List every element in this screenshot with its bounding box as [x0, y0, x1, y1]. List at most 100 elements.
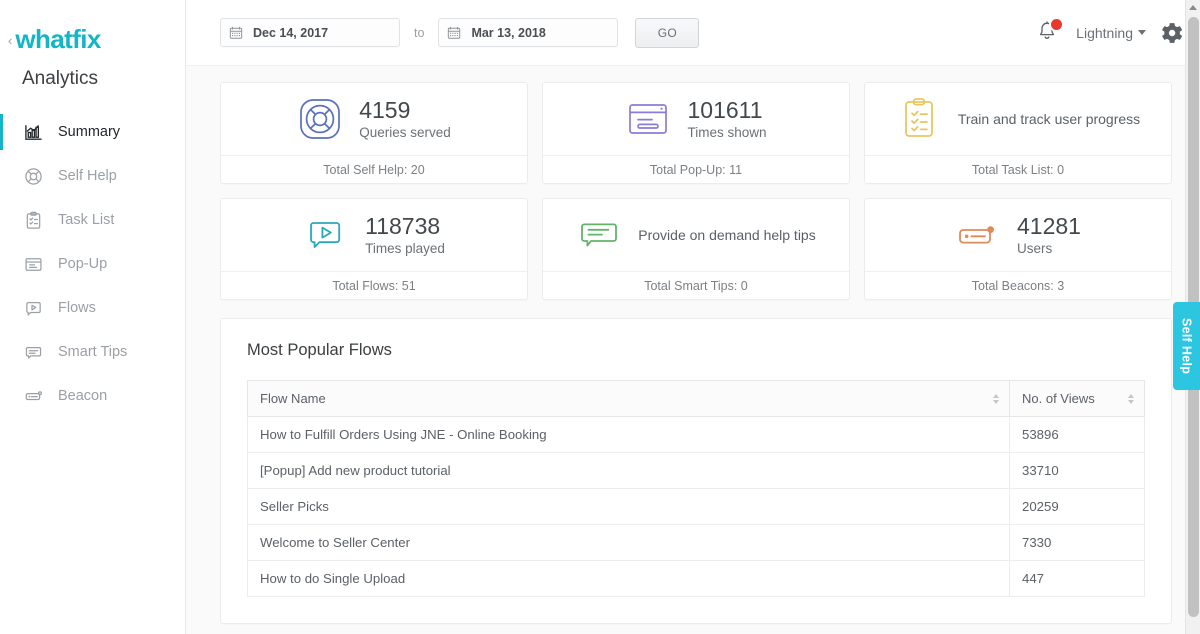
- stat-card-body: 41281 Users: [865, 199, 1171, 271]
- panel-title: Most Popular Flows: [247, 341, 1145, 360]
- sidebar-item-pop-up[interactable]: Pop-Up: [0, 242, 185, 286]
- go-button[interactable]: GO: [635, 18, 699, 48]
- column-header-label: Flow Name: [260, 391, 326, 406]
- cell-views: 7330: [1010, 525, 1145, 561]
- most-popular-flows-panel: Most Popular Flows Flow Name No. of View…: [220, 318, 1172, 624]
- sidebar-item-flows[interactable]: Flows: [0, 286, 185, 330]
- table-row[interactable]: How to Fulfill Orders Using JNE - Online…: [248, 417, 1145, 453]
- stat-card-value: 41281: [1017, 214, 1081, 240]
- stat-card-body: 101611 Times shown: [543, 83, 849, 155]
- table-head: Flow Name No. of Views: [248, 381, 1145, 417]
- start-date-value: Dec 14, 2017: [253, 26, 328, 40]
- stat-card-text: 41281 Users: [1017, 214, 1081, 257]
- table-header-row: Flow Name No. of Views: [248, 381, 1145, 417]
- stat-card-body: Provide on demand help tips: [543, 199, 849, 271]
- dashboard-content: 4159 Queries served Total Self Help: 20: [186, 66, 1200, 624]
- page-title: Analytics: [0, 56, 185, 90]
- beacon-icon: [955, 212, 1001, 258]
- stat-card-text: 118738 Times played: [365, 214, 445, 257]
- chevron-down-icon: [1138, 30, 1146, 35]
- scroll-up-arrow-icon[interactable]: [1186, 0, 1200, 15]
- brand-logo[interactable]: ‹ whatfix: [0, 0, 185, 56]
- flows-table: Flow Name No. of Views How to Fulfill Or…: [247, 380, 1145, 597]
- notifications-button[interactable]: [1036, 20, 1060, 46]
- sidebar-item-smart-tips[interactable]: Smart Tips: [0, 330, 185, 374]
- sidebar-item-task-list[interactable]: Task List: [0, 198, 185, 242]
- table-row[interactable]: [Popup] Add new product tutorial 33710: [248, 453, 1145, 489]
- date-range-separator: to: [414, 26, 424, 40]
- sidebar-item-label: Summary: [58, 124, 120, 140]
- cell-flow-name: How to do Single Upload: [248, 561, 1010, 597]
- sidebar-item-label: Task List: [58, 212, 114, 228]
- sidebar-item-beacon[interactable]: Beacon: [0, 374, 185, 418]
- calendar-icon: [447, 26, 461, 40]
- bar-chart-icon: [22, 121, 44, 143]
- stat-card-footer: Total Smart Tips: 0: [543, 271, 849, 299]
- lifebuoy-icon: [22, 165, 44, 187]
- sidebar-nav: Summary Self Help: [0, 110, 185, 418]
- end-date-input[interactable]: Mar 13, 2018: [438, 18, 618, 47]
- sidebar-item-label: Self Help: [58, 168, 117, 184]
- stat-card-footer: Total Self Help: 20: [221, 155, 527, 183]
- cell-views: 33710: [1010, 453, 1145, 489]
- self-help-launcher-tab[interactable]: Self Help: [1173, 302, 1200, 390]
- chevron-left-icon[interactable]: ‹: [8, 34, 12, 47]
- sidebar-item-summary[interactable]: Summary: [0, 110, 185, 154]
- table-row[interactable]: Seller Picks 20259: [248, 489, 1145, 525]
- user-menu[interactable]: Lightning: [1076, 25, 1146, 41]
- clipboard-icon: [896, 96, 942, 142]
- stat-card-text: Train and track user progress: [958, 111, 1140, 127]
- stat-card-self-help[interactable]: 4159 Queries served Total Self Help: 20: [220, 82, 528, 184]
- self-help-launcher-label: Self Help: [1180, 318, 1194, 374]
- sidebar-item-label: Flows: [58, 300, 96, 316]
- main-content: Dec 14, 2017 to: [186, 0, 1200, 634]
- stat-card-text: 4159 Queries served: [359, 98, 451, 141]
- cell-views: 447: [1010, 561, 1145, 597]
- cell-views: 20259: [1010, 489, 1145, 525]
- stat-card-body: 118738 Times played: [221, 199, 527, 271]
- stat-card-promo: Train and track user progress: [958, 111, 1140, 127]
- stat-card-flows[interactable]: 118738 Times played Total Flows: 51: [220, 198, 528, 300]
- stat-card-body: 4159 Queries served: [221, 83, 527, 155]
- cell-flow-name: Welcome to Seller Center: [248, 525, 1010, 561]
- beacon-icon: [22, 385, 44, 407]
- topbar-actions: Lightning: [1036, 20, 1182, 46]
- play-bubble-icon: [303, 212, 349, 258]
- sidebar-item-self-help[interactable]: Self Help: [0, 154, 185, 198]
- column-header-no-of-views[interactable]: No. of Views: [1010, 381, 1145, 417]
- sort-toggle-icon[interactable]: [993, 394, 999, 404]
- cell-flow-name: [Popup] Add new product tutorial: [248, 453, 1010, 489]
- sort-toggle-icon[interactable]: [1128, 394, 1134, 404]
- start-date-input[interactable]: Dec 14, 2017: [220, 18, 400, 47]
- stat-card-footer: Total Task List: 0: [865, 155, 1171, 183]
- table-row[interactable]: How to do Single Upload 447: [248, 561, 1145, 597]
- window-icon: [22, 253, 44, 275]
- stat-card-task-list[interactable]: Train and track user progress Total Task…: [864, 82, 1172, 184]
- stat-card-value: 118738: [365, 214, 445, 240]
- calendar-icon: [229, 26, 243, 40]
- sidebar: ‹ whatfix Analytics Summary: [0, 0, 186, 634]
- cell-flow-name: How to Fulfill Orders Using JNE - Online…: [248, 417, 1010, 453]
- user-menu-label: Lightning: [1076, 25, 1133, 41]
- stat-card-text: Provide on demand help tips: [638, 227, 815, 243]
- stat-card-beacon[interactable]: 41281 Users Total Beacons: 3: [864, 198, 1172, 300]
- clipboard-icon: [22, 209, 44, 231]
- sidebar-item-label: Pop-Up: [58, 256, 107, 272]
- settings-button[interactable]: [1162, 23, 1182, 43]
- stat-card-promo: Provide on demand help tips: [638, 227, 815, 243]
- speech-icon: [22, 341, 44, 363]
- stat-card-body: Train and track user progress: [865, 83, 1171, 155]
- column-header-flow-name[interactable]: Flow Name: [248, 381, 1010, 417]
- table-body: How to Fulfill Orders Using JNE - Online…: [248, 417, 1145, 597]
- lifebuoy-icon: [297, 96, 343, 142]
- stat-card-smart-tips[interactable]: Provide on demand help tips Total Smart …: [542, 198, 850, 300]
- logo-text: whatfix: [15, 24, 100, 55]
- table-row[interactable]: Welcome to Seller Center 7330: [248, 525, 1145, 561]
- stat-card-label: Times shown: [687, 125, 766, 140]
- column-header-label: No. of Views: [1022, 391, 1095, 406]
- stat-card-pop-up[interactable]: 101611 Times shown Total Pop-Up: 11: [542, 82, 850, 184]
- stat-card-footer: Total Beacons: 3: [865, 271, 1171, 299]
- analytics-dashboard: ‹ whatfix Analytics Summary: [0, 0, 1200, 634]
- window-icon: [625, 96, 671, 142]
- stat-card-label: Queries served: [359, 125, 451, 140]
